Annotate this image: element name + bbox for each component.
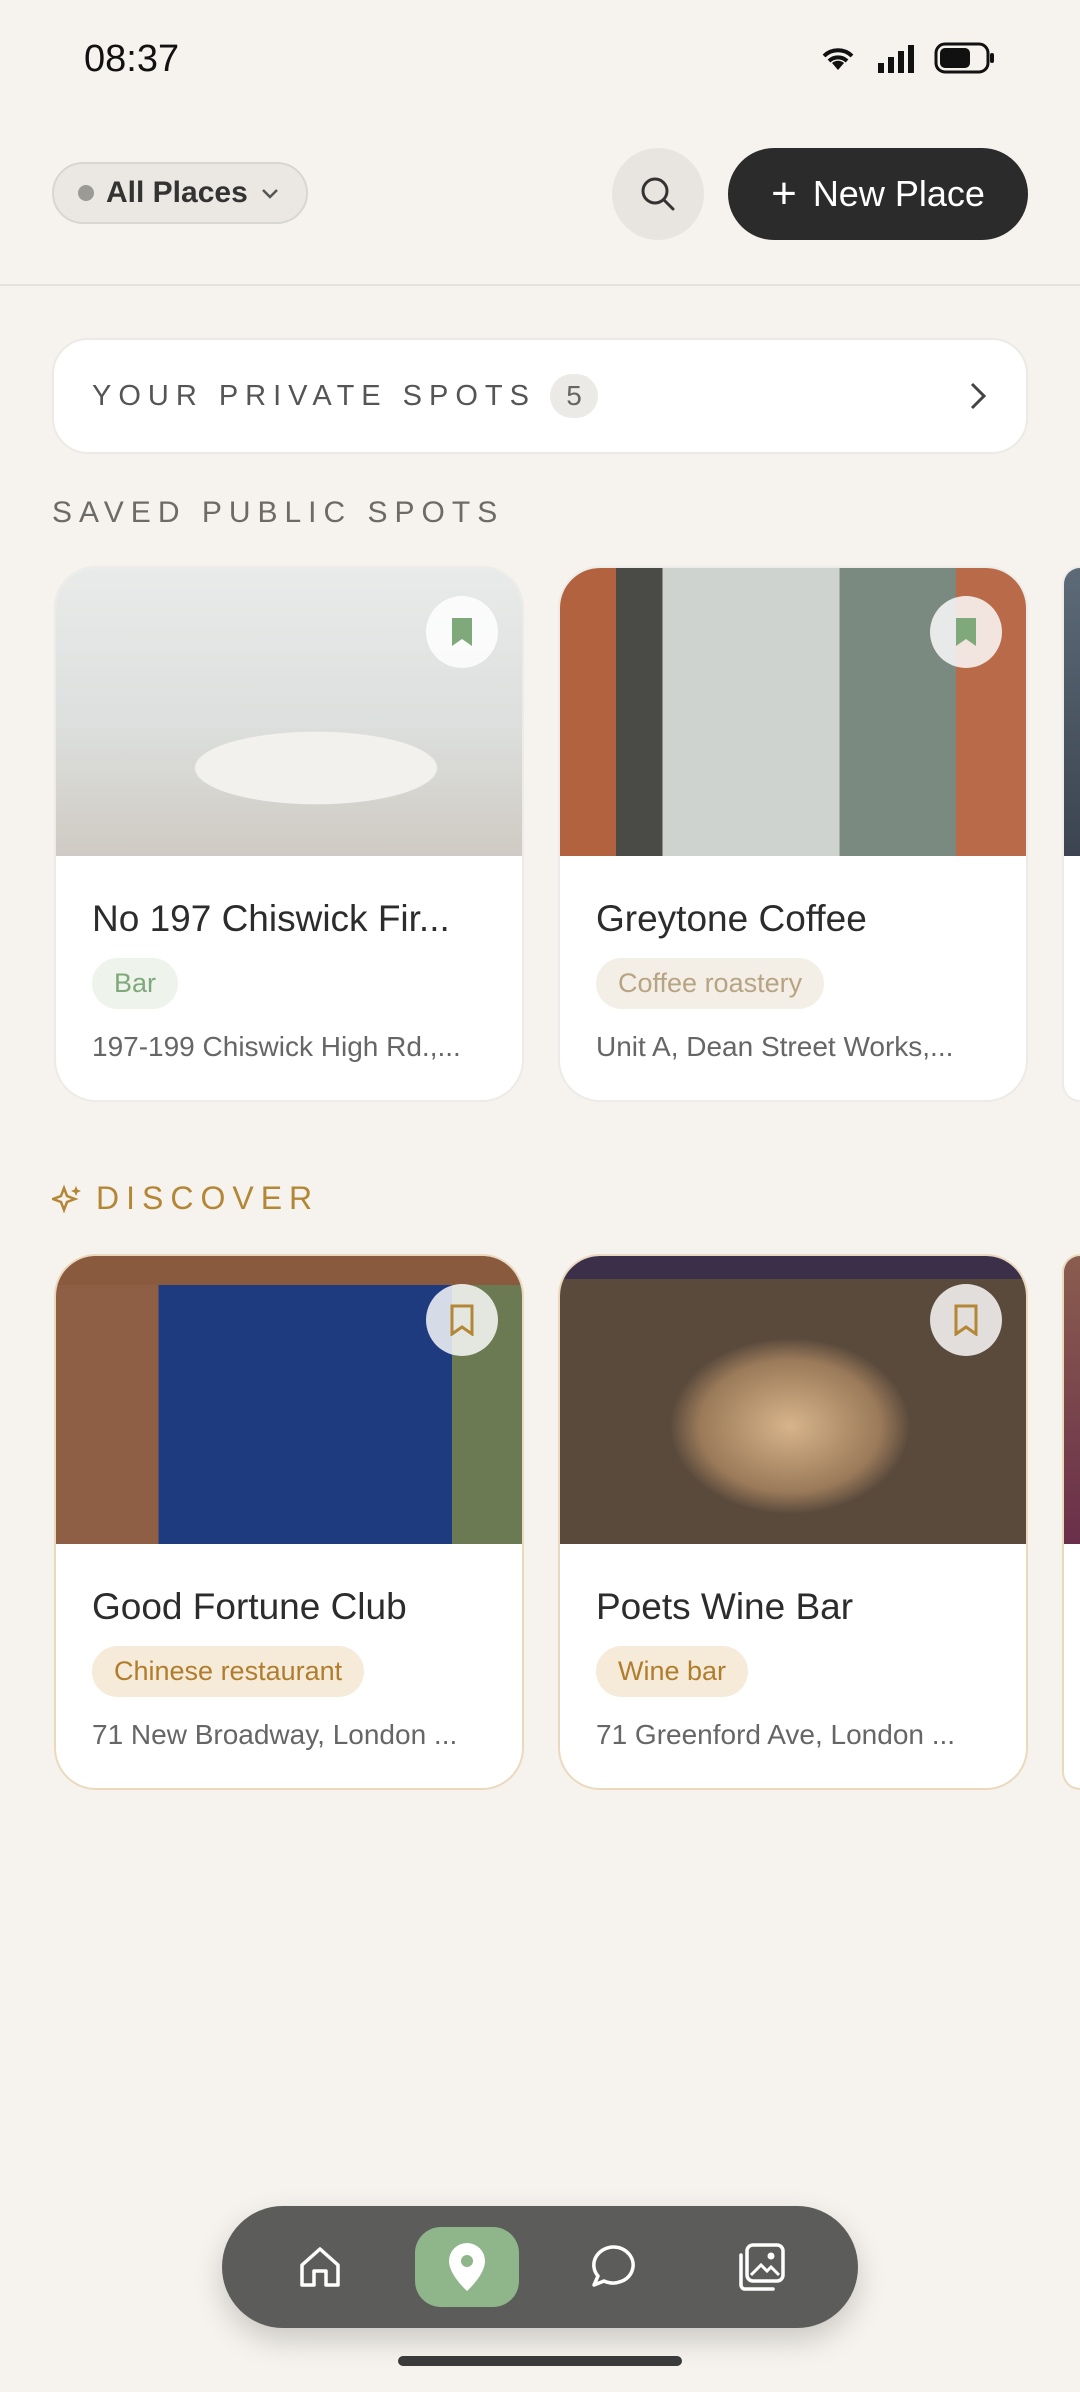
bookmark-button[interactable] xyxy=(426,596,498,668)
private-spots-bar[interactable]: YOUR PRIVATE SPOTS 5 xyxy=(52,338,1028,454)
header-divider xyxy=(0,284,1080,286)
private-spots-title: YOUR PRIVATE SPOTS xyxy=(92,379,536,412)
status-time: 08:37 xyxy=(84,38,180,80)
map-pin-icon xyxy=(448,2243,485,2291)
place-image xyxy=(1064,568,1080,856)
filter-dot-icon xyxy=(78,185,94,201)
bookmark-button[interactable] xyxy=(930,596,1002,668)
wifi-icon xyxy=(822,48,854,70)
place-card[interactable]: Greytone Coffee Coffee roastery Unit A, … xyxy=(558,566,1028,1102)
place-card[interactable]: Poets Wine Bar Wine bar 71 Greenford Ave… xyxy=(558,1254,1028,1790)
status-icons xyxy=(818,42,996,74)
plus-icon: + xyxy=(771,169,797,218)
signal-icon xyxy=(878,45,914,73)
bookmark-outline-icon xyxy=(450,1304,474,1336)
discover-title: DISCOVER xyxy=(96,1180,320,1216)
nav-home[interactable] xyxy=(268,2227,372,2307)
home-icon xyxy=(299,2247,340,2287)
filter-label: All Places xyxy=(106,176,248,209)
place-image xyxy=(560,568,1026,856)
nav-places[interactable] xyxy=(414,2227,519,2307)
search-icon xyxy=(641,177,675,211)
discover-header: DISCOVER xyxy=(52,1180,319,1217)
bookmark-filled-icon xyxy=(452,618,472,646)
chevron-right-icon xyxy=(970,382,987,410)
place-tag: Bar xyxy=(92,958,179,1009)
bottom-nav xyxy=(222,2206,858,2328)
place-title: Greytone Coffee xyxy=(596,898,867,939)
nav-gallery[interactable] xyxy=(709,2227,813,2307)
place-image xyxy=(56,1256,522,1544)
next-card-peek[interactable] xyxy=(1062,566,1080,1102)
battery-icon xyxy=(934,42,994,74)
place-tag: Wine bar xyxy=(596,1646,749,1697)
sparkle-icon xyxy=(52,1183,81,1214)
place-image xyxy=(1064,1256,1080,1544)
home-indicator[interactable] xyxy=(398,2356,682,2366)
next-card-peek[interactable] xyxy=(1062,1254,1080,1790)
bookmark-button[interactable] xyxy=(930,1284,1002,1356)
place-image xyxy=(560,1256,1026,1544)
place-title: No 197 Chiswick Fir... xyxy=(92,898,450,939)
place-tag: Coffee roastery xyxy=(596,958,825,1009)
bookmark-filled-icon xyxy=(956,618,976,646)
gallery-icon xyxy=(738,2243,785,2291)
place-address: 71 Greenford Ave, London ... xyxy=(596,1719,956,1750)
nav-chat[interactable] xyxy=(562,2227,666,2307)
place-card[interactable]: No 197 Chiswick Fir... Bar 197-199 Chisw… xyxy=(54,566,524,1102)
chat-bubble-icon xyxy=(591,2245,635,2287)
place-address: 197-199 Chiswick High Rd.,... xyxy=(92,1031,461,1062)
search-button[interactable] xyxy=(612,148,704,240)
new-place-button[interactable]: + New Place xyxy=(728,148,1028,240)
place-address: Unit A, Dean Street Works,... xyxy=(596,1031,954,1062)
chevron-down-icon xyxy=(261,189,278,199)
new-place-label: New Place xyxy=(812,173,985,214)
saved-public-title: SAVED PUBLIC SPOTS xyxy=(52,496,505,529)
place-title: Poets Wine Bar xyxy=(596,1586,854,1627)
place-title: Good Fortune Club xyxy=(92,1586,407,1627)
all-places-filter[interactable]: All Places xyxy=(52,162,308,224)
place-image xyxy=(56,568,522,856)
bookmark-button[interactable] xyxy=(426,1284,498,1356)
place-address: 71 New Broadway, London ... xyxy=(92,1719,458,1750)
place-tag: Chinese restaurant xyxy=(92,1646,365,1697)
bookmark-outline-icon xyxy=(954,1304,978,1336)
place-card[interactable]: Good Fortune Club Chinese restaurant 71 … xyxy=(54,1254,524,1790)
private-spots-count: 5 xyxy=(549,374,598,418)
